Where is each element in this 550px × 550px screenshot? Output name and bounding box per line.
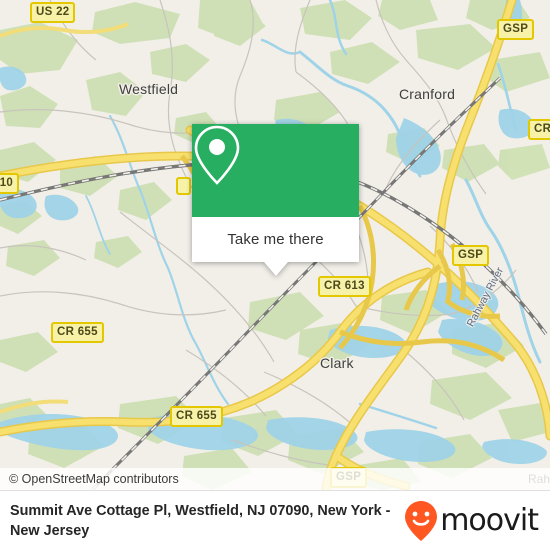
- place-label-cranford: Cranford: [399, 86, 456, 102]
- footer-bar: Summit Ave Cottage Pl, Westfield, NJ 070…: [0, 490, 550, 550]
- shield-610[interactable]: 610: [0, 173, 20, 194]
- moovit-smiley-pin-icon: [405, 501, 438, 541]
- popup-footer[interactable]: Take me there: [192, 217, 359, 262]
- osm-attribution-text: © OpenStreetMap contributors: [9, 472, 179, 486]
- shield-cr-655-west[interactable]: CR 655: [51, 322, 104, 343]
- map-canvas[interactable]: Westfield Cranford Clark Rahway River Ra…: [0, 0, 550, 490]
- place-label-clark: Clark: [320, 355, 354, 371]
- shield-cr-613[interactable]: CR 613: [318, 276, 371, 297]
- map-screenshot: Westfield Cranford Clark Rahway River Ra…: [0, 0, 550, 550]
- shield-cr-655-south[interactable]: CR 655: [170, 406, 223, 427]
- location-popup[interactable]: Take me there: [192, 124, 359, 276]
- popup-header: [192, 124, 359, 217]
- shield-gsp-top[interactable]: GSP: [497, 19, 535, 40]
- shield-cr-right[interactable]: CR: [528, 119, 550, 140]
- shield-us-22[interactable]: US 22: [30, 2, 76, 23]
- address-text: Summit Ave Cottage Pl, Westfield, NJ 070…: [10, 503, 391, 539]
- map-pin-icon: [194, 125, 240, 185]
- take-me-there-label: Take me there: [227, 231, 324, 248]
- moovit-logo[interactable]: moovit: [404, 500, 550, 542]
- shield-gsp-mid[interactable]: GSP: [452, 245, 490, 266]
- place-label-westfield: Westfield: [119, 81, 179, 97]
- popup-tail: [263, 262, 288, 276]
- osm-attribution-bar: © OpenStreetMap contributors: [0, 468, 550, 490]
- moovit-wordmark: moovit: [440, 503, 539, 538]
- shield-small-hidden[interactable]: [176, 177, 191, 195]
